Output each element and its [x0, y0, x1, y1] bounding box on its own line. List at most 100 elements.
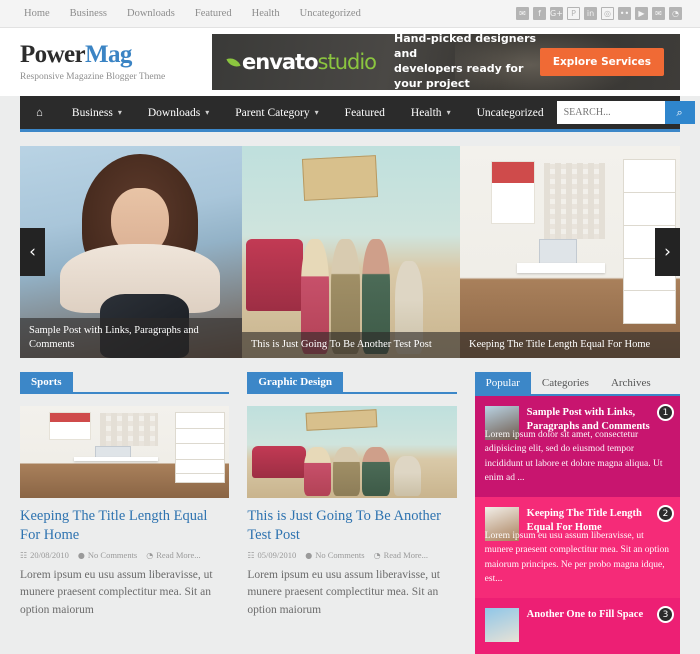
logo-text-mag: Mag — [85, 41, 132, 69]
post-date: ☷ 05/09/2010 — [247, 550, 297, 561]
chevron-down-icon: ▾ — [314, 107, 319, 117]
popular-item-3[interactable]: 3 Another One to Fill Space — [474, 598, 680, 654]
section-title[interactable]: Graphic Design — [247, 372, 343, 392]
leaf-icon — [226, 54, 241, 70]
logo-text-power: Power — [20, 41, 86, 69]
post-meta: ☷ 20/08/2010 ● No Comments ◔ Read More... — [20, 550, 229, 560]
chevron-right-icon: › — [664, 242, 671, 262]
column-graphic-design: Graphic Design This is Just Going To Be … — [247, 372, 457, 654]
content-area: Sports Keeping The Title Length Equal Fo… — [0, 358, 700, 654]
page-root: Home Business Downloads Featured Health … — [0, 0, 700, 654]
search-button[interactable]: ⌕ — [664, 101, 695, 124]
slide-3[interactable]: Keeping The Title Length Equal For Home — [460, 146, 680, 358]
nav-label: Business — [71, 106, 113, 119]
topnav-item-business[interactable]: Business — [60, 0, 117, 27]
slide-3-image — [460, 146, 680, 358]
featured-slider: ‹ Sample Post with Links, Paragraphs and… — [20, 146, 680, 358]
ad-copy-line2: developers ready for your project — [394, 62, 524, 90]
header-ad-area: envato studio Hand-picked designers and d… — [200, 34, 680, 90]
sidebar: Popular Categories Archives 1 Sample Pos… — [474, 372, 680, 654]
site-tagline: Responsive Magazine Blogger Theme — [20, 71, 166, 82]
nav-item-featured[interactable]: Featured — [332, 95, 398, 131]
section-title[interactable]: Sports — [20, 372, 73, 392]
topnav-item-downloads[interactable]: Downloads — [117, 0, 185, 27]
slide-1-caption: Sample Post with Links, Paragraphs and C… — [20, 317, 242, 358]
rank-badge: 3 — [657, 606, 674, 623]
facebook-icon[interactable]: f — [533, 7, 546, 20]
site-header: PowerMag Responsive Magazine Blogger The… — [0, 28, 700, 96]
clock-icon: ◔ — [373, 550, 381, 560]
ad-copy-line1: Hand-picked designers and — [394, 34, 537, 61]
popular-item-1[interactable]: 1 Sample Post with Links, Paragraphs and… — [474, 396, 680, 497]
ad-brand-studio: studio — [317, 50, 377, 74]
clock-icon: ◔ — [146, 550, 154, 560]
post-title[interactable]: Keeping The Title Length Equal For Home — [20, 507, 229, 544]
post-card: Keeping The Title Length Equal For Home … — [20, 406, 230, 619]
tab-archives[interactable]: Archives — [600, 372, 662, 394]
site-branding[interactable]: PowerMag Responsive Magazine Blogger The… — [20, 42, 200, 82]
top-navigation: Home Business Downloads Featured Health … — [14, 0, 371, 27]
site-logo: PowerMag — [20, 42, 200, 68]
search-box: ⌕ — [556, 101, 695, 124]
post-excerpt: Lorem ipsum eu usu assum liberavisse, ut… — [20, 569, 213, 616]
post-comments[interactable]: ● No Comments — [305, 550, 364, 560]
tab-popular[interactable]: Popular — [474, 372, 531, 394]
envato-logo: envato studio — [212, 50, 377, 74]
section-header-graphic-design: Graphic Design — [247, 372, 457, 394]
slider-next-button[interactable]: › — [655, 228, 680, 276]
pinterest-icon[interactable]: P — [567, 7, 580, 20]
email-icon[interactable]: ✉ — [652, 7, 665, 20]
search-icon: ⌕ — [676, 105, 683, 119]
nav-item-uncategorized[interactable]: Uncategorized — [464, 95, 557, 131]
topnav-item-home[interactable]: Home — [14, 0, 60, 27]
envato-studio-ad-banner[interactable]: envato studio Hand-picked designers and d… — [212, 34, 680, 90]
slide-2[interactable]: This is Just Going To Be Another Test Po… — [242, 146, 460, 358]
home-icon: ⌂ — [36, 106, 43, 119]
linkedin-icon[interactable]: in — [584, 7, 597, 20]
nav-label: Featured — [344, 106, 385, 119]
main-navigation-wrapper: ⌂ Business ▾ Downloads ▾ Parent Category… — [0, 96, 700, 132]
featured-slider-wrapper: ‹ Sample Post with Links, Paragraphs and… — [0, 132, 700, 358]
social-links: ✉ f G+ P in ◎ •• ▶ ✉ ◔ — [516, 7, 686, 20]
post-meta: ☷ 05/09/2010 ● No Comments ◔ Read More... — [247, 550, 456, 560]
post-thumbnail[interactable] — [247, 406, 457, 498]
topnav-item-featured[interactable]: Featured — [185, 0, 242, 27]
search-input[interactable] — [556, 101, 665, 124]
post-card: This is Just Going To Be Another Test Po… — [247, 406, 457, 619]
explore-services-button[interactable]: Explore Services — [539, 48, 664, 76]
popular-excerpt: Lorem ipsum dolor sit amet, consectetur … — [484, 430, 663, 483]
nav-label: Health — [410, 106, 442, 119]
post-readmore[interactable]: ◔ Read More... — [146, 550, 200, 560]
tab-categories[interactable]: Categories — [531, 372, 600, 394]
slide-1[interactable]: Sample Post with Links, Paragraphs and C… — [20, 146, 242, 358]
rss-icon[interactable]: ◔ — [669, 7, 682, 20]
slide-3-caption: Keeping The Title Length Equal For Home — [460, 331, 680, 358]
nav-item-business[interactable]: Business ▾ — [59, 95, 135, 131]
comment-icon: ● — [305, 550, 313, 560]
post-comments[interactable]: ● No Comments — [78, 550, 137, 560]
nav-item-parent-category[interactable]: Parent Category ▾ — [222, 95, 331, 131]
google-plus-icon[interactable]: G+ — [550, 7, 563, 20]
top-bar: Home Business Downloads Featured Health … — [0, 0, 700, 28]
post-title[interactable]: This is Just Going To Be Another Test Po… — [247, 507, 456, 544]
nav-label: Downloads — [147, 106, 201, 119]
slider-prev-button[interactable]: ‹ — [20, 228, 45, 276]
instagram-icon[interactable]: ◎ — [601, 7, 614, 20]
slide-2-image — [242, 146, 460, 358]
youtube-icon[interactable]: ▶ — [635, 7, 648, 20]
nav-label: Uncategorized — [476, 106, 544, 119]
nav-item-downloads[interactable]: Downloads ▾ — [135, 95, 222, 131]
twitter-icon[interactable]: ✉ — [516, 7, 529, 20]
nav-home-button[interactable]: ⌂ — [20, 95, 59, 131]
post-readmore[interactable]: ◔ Read More... — [374, 550, 428, 560]
flickr-icon[interactable]: •• — [618, 7, 631, 20]
chevron-down-icon: ▾ — [117, 107, 122, 117]
popular-excerpt: Lorem ipsum eu usu assum liberavisse, ut… — [484, 531, 670, 584]
post-thumbnail[interactable] — [20, 406, 230, 498]
sidebar-tabs: Popular Categories Archives — [474, 372, 680, 396]
ad-brand-envato: envato — [242, 50, 319, 74]
popular-title: Another One to Fill Space — [526, 609, 644, 620]
topnav-item-uncategorized[interactable]: Uncategorized — [290, 0, 371, 27]
nav-item-health[interactable]: Health ▾ — [398, 95, 464, 131]
topnav-item-health[interactable]: Health — [242, 0, 290, 27]
